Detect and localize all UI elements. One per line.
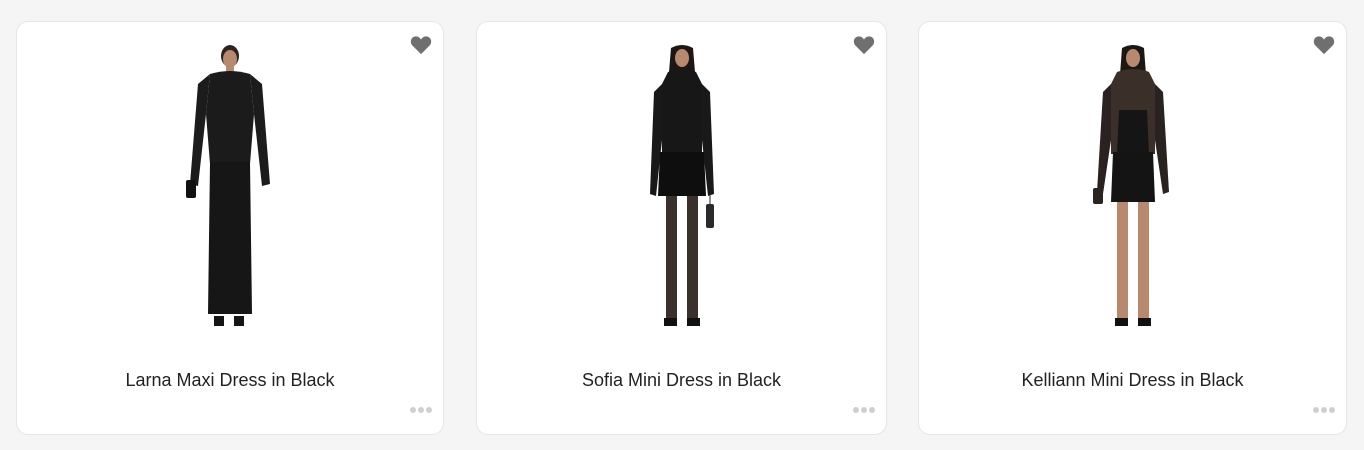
- dot: [426, 407, 432, 413]
- dot: [1321, 407, 1327, 413]
- more-horizontal-icon[interactable]: [410, 407, 432, 413]
- dot: [853, 407, 859, 413]
- heart-icon[interactable]: [1313, 35, 1335, 55]
- more-horizontal-icon[interactable]: [853, 407, 875, 413]
- heart-icon[interactable]: [853, 35, 875, 55]
- product-title[interactable]: Kelliann Mini Dress in Black: [919, 370, 1346, 391]
- dot: [410, 407, 416, 413]
- heart-icon[interactable]: [410, 35, 432, 55]
- product-card[interactable]: Sofia Mini Dress in Black: [476, 21, 887, 435]
- more-horizontal-icon[interactable]: [1313, 407, 1335, 413]
- product-card[interactable]: Kelliann Mini Dress in Black: [918, 21, 1347, 435]
- product-image[interactable]: [622, 44, 742, 336]
- dot: [861, 407, 867, 413]
- product-image[interactable]: [170, 44, 290, 336]
- product-title[interactable]: Larna Maxi Dress in Black: [17, 370, 443, 391]
- product-image[interactable]: [1073, 44, 1193, 336]
- dot: [418, 407, 424, 413]
- dot: [1313, 407, 1319, 413]
- product-title[interactable]: Sofia Mini Dress in Black: [477, 370, 886, 391]
- dot: [869, 407, 875, 413]
- product-card[interactable]: Larna Maxi Dress in Black: [16, 21, 444, 435]
- dot: [1329, 407, 1335, 413]
